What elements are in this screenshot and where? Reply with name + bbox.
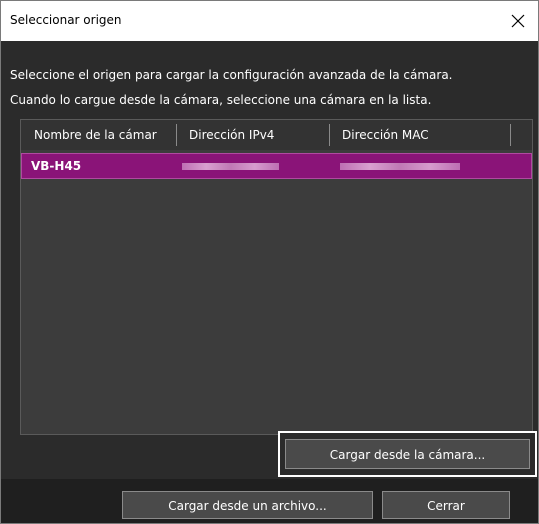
- column-header-mac[interactable]: Dirección MAC: [342, 120, 492, 150]
- camera-name-cell: VB-H45: [31, 159, 82, 173]
- ipv4-cell-redacted: [182, 163, 279, 170]
- column-separator[interactable]: [176, 124, 177, 146]
- mac-cell-redacted: [340, 163, 460, 170]
- description-line-1: Seleccione el origen para cargar la conf…: [10, 68, 453, 82]
- table-row[interactable]: VB-H45: [21, 153, 532, 179]
- select-source-dialog: Seleccionar origen Seleccione el origen …: [0, 0, 539, 524]
- column-separator[interactable]: [510, 124, 511, 146]
- close-icon: [511, 14, 525, 28]
- column-separator[interactable]: [329, 124, 330, 146]
- load-from-file-button[interactable]: Cargar desde un archivo...: [122, 491, 373, 519]
- dialog-title: Seleccionar origen: [10, 13, 122, 27]
- close-window-button[interactable]: [498, 1, 538, 41]
- title-bar: Seleccionar origen: [1, 1, 538, 41]
- load-from-camera-button-focus[interactable]: Cargar desde la cámara...: [278, 431, 537, 477]
- description-line-2: Cuando lo cargue desde la cámara, selecc…: [10, 93, 432, 107]
- list-header: Nombre de la cámar Dirección IPv4 Direcc…: [21, 120, 532, 150]
- camera-list[interactable]: Nombre de la cámar Dirección IPv4 Direcc…: [20, 119, 533, 435]
- close-button[interactable]: Cerrar: [382, 491, 510, 519]
- column-header-camera-name[interactable]: Nombre de la cámar: [34, 120, 174, 150]
- load-from-camera-button[interactable]: Cargar desde la cámara...: [285, 439, 530, 469]
- column-header-ipv4[interactable]: Dirección IPv4: [189, 120, 329, 150]
